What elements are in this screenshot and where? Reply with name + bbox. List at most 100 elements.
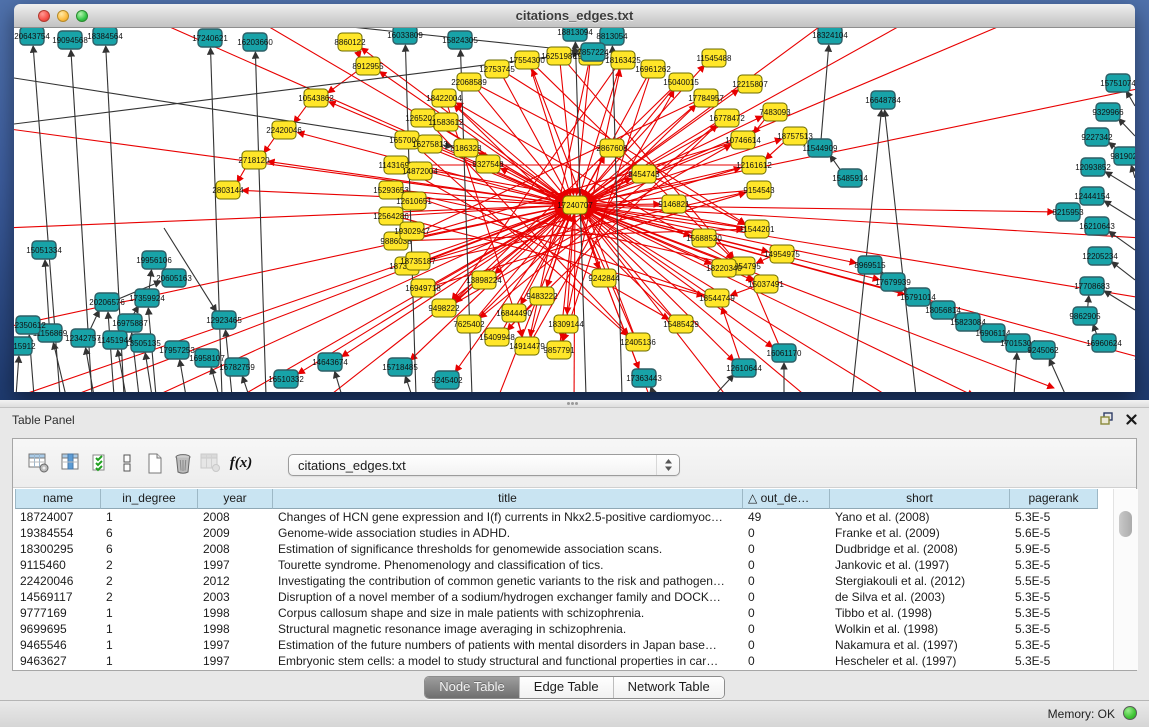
table-cell-pagerank[interactable]: 5.3E-5	[1010, 653, 1098, 669]
table-row[interactable]: 946362711997Embryonic stem cells: a mode…	[15, 653, 1136, 669]
table-cell-title[interactable]: Disruption of a novel member of a sodium…	[273, 589, 743, 605]
network-node[interactable]: 18324104	[812, 28, 848, 44]
network-node[interactable]: 7625402	[453, 315, 485, 333]
network-node[interactable]: 16061170	[767, 344, 803, 362]
tab-network-table[interactable]: Network Table	[613, 677, 724, 698]
network-node[interactable]: 18384564	[87, 28, 123, 45]
table-cell-in_degree[interactable]: 1	[101, 509, 198, 525]
table-cell-pagerank[interactable]: 5.9E-5	[1010, 541, 1098, 557]
table-cell-name[interactable]: 14569117	[15, 589, 101, 605]
network-node[interactable]: 18813094	[557, 28, 593, 41]
table-row[interactable]: 911546021997Tourette syndrome. Phenomeno…	[15, 557, 1136, 573]
table-cell-in_degree[interactable]: 2	[101, 557, 198, 573]
new-table-button[interactable]	[143, 451, 167, 475]
network-node[interactable]: 15751074	[1100, 74, 1135, 92]
network-node[interactable]: 17240621	[192, 29, 228, 47]
table-cell-short[interactable]: Franke et al. (2009)	[830, 525, 1010, 541]
column-header-out_de[interactable]: △ out_de…	[743, 489, 830, 509]
network-node[interactable]: 2718120	[238, 151, 270, 169]
table-cell-out_de[interactable]: 0	[743, 525, 830, 541]
tab-node-table[interactable]: Node Table	[425, 677, 519, 698]
network-node[interactable]: 8912955	[352, 57, 384, 75]
network-node[interactable]: 8969515	[854, 256, 886, 274]
table-cell-title[interactable]: Genome-wide association studies in ADHD.	[273, 525, 743, 541]
network-node[interactable]: 10746614	[725, 131, 761, 149]
table-cell-out_de[interactable]: 0	[743, 621, 830, 637]
network-node[interactable]: 15051334	[26, 241, 62, 259]
network-node[interactable]: 15485429	[663, 315, 699, 333]
table-cell-short[interactable]: Dudbridge et al. (2008)	[830, 541, 1010, 557]
network-node[interactable]: 12093852	[1075, 158, 1111, 176]
close-panel-icon[interactable]	[1126, 412, 1137, 430]
column-header-title[interactable]: title	[273, 489, 743, 509]
table-cell-year[interactable]: 2003	[198, 589, 273, 605]
network-node[interactable]: 11544201	[740, 220, 776, 238]
network-node[interactable]: 17363443	[626, 369, 662, 387]
table-cell-short[interactable]: Tibbo et al. (1998)	[830, 605, 1010, 621]
network-node[interactable]: 16782759	[219, 358, 255, 376]
column-header-in_degree[interactable]: in_degree	[101, 489, 198, 509]
table-cell-year[interactable]: 2009	[198, 525, 273, 541]
table-cell-title[interactable]: Estimation of the future numbers of pati…	[273, 637, 743, 653]
table-cell-year[interactable]: 2008	[198, 509, 273, 525]
network-node[interactable]: 20643754	[14, 28, 50, 45]
network-node[interactable]: 8860122	[334, 33, 366, 51]
table-row[interactable]: 1830029562008Estimation of significance …	[15, 541, 1136, 557]
panel-splitter[interactable]	[0, 400, 1149, 407]
table-cell-pagerank[interactable]: 5.3E-5	[1010, 621, 1098, 637]
network-node[interactable]: 9154543	[743, 181, 775, 199]
table-cell-name[interactable]: 9115460	[15, 557, 101, 573]
table-cell-short[interactable]: Nakamura et al. (1997)	[830, 637, 1010, 653]
network-node[interactable]: 15040015	[663, 73, 699, 91]
table-cell-short[interactable]: Stergiakouli et al. (2012)	[830, 573, 1010, 589]
table-cell-out_de[interactable]: 0	[743, 541, 830, 557]
network-node[interactable]: 16203660	[237, 33, 273, 51]
table-cell-short[interactable]: Jankovic et al. (1997)	[830, 557, 1010, 573]
column-header-name[interactable]: name	[15, 489, 101, 509]
table-cell-pagerank[interactable]: 5.3E-5	[1010, 589, 1098, 605]
column-header-year[interactable]: year	[198, 489, 273, 509]
network-node[interactable]: 15824305	[442, 31, 478, 49]
network-node[interactable]: 16975887	[112, 314, 148, 332]
network-node[interactable]: 18309144	[548, 315, 584, 333]
network-node[interactable]: 9227342	[1081, 128, 1113, 146]
memory-status-icon[interactable]	[1123, 706, 1137, 720]
network-node[interactable]: 9862905	[1069, 307, 1101, 325]
function-builder-button[interactable]: f(x)	[229, 451, 253, 475]
network-node[interactable]: 8454743	[628, 165, 660, 183]
table-cell-year[interactable]: 1997	[198, 653, 273, 669]
network-node[interactable]: 7857224	[577, 43, 609, 61]
table-cell-year[interactable]: 1997	[198, 557, 273, 573]
table-cell-in_degree[interactable]: 2	[101, 573, 198, 589]
network-node[interactable]: 2803144	[212, 181, 244, 199]
table-cell-in_degree[interactable]: 2	[101, 589, 198, 605]
network-node[interactable]: 9245062	[1027, 341, 1059, 359]
table-cell-name[interactable]: 22420046	[15, 573, 101, 589]
network-canvas[interactable]: 1724070798577911491447915409948762540294…	[14, 28, 1135, 392]
table-cell-title[interactable]: Changes of HCN gene expression and I(f) …	[273, 509, 743, 525]
table-cell-pagerank[interactable]: 5.3E-5	[1010, 557, 1098, 573]
table-cell-out_de[interactable]: 0	[743, 653, 830, 669]
table-cell-year[interactable]: 2012	[198, 573, 273, 589]
network-node[interactable]: 12610644	[726, 359, 762, 377]
table-cell-title[interactable]: Tourette syndrome. Phenomenology and cla…	[273, 557, 743, 573]
table-cell-title[interactable]: Structural magnetic resonance image aver…	[273, 621, 743, 637]
table-cell-out_de[interactable]: 49	[743, 509, 830, 525]
network-node[interactable]: 22068589	[451, 73, 487, 91]
table-row[interactable]: 969969511998Structural magnetic resonanc…	[15, 621, 1136, 637]
table-cell-short[interactable]: Yano et al. (2008)	[830, 509, 1010, 525]
column-header-short[interactable]: short	[830, 489, 1010, 509]
network-node[interactable]: 11544909	[803, 139, 839, 157]
tab-edge-table[interactable]: Edge Table	[519, 677, 613, 698]
table-cell-pagerank[interactable]: 5.3E-5	[1010, 509, 1098, 525]
table-cell-year[interactable]: 1998	[198, 605, 273, 621]
table-cell-title[interactable]: Embryonic stem cells: a model to study s…	[273, 653, 743, 669]
network-node[interactable]: 20605163	[156, 269, 192, 287]
table-cell-name[interactable]: 18724007	[15, 509, 101, 525]
network-node[interactable]: 15718485	[382, 358, 418, 376]
network-node[interactable]: 8215953	[1052, 203, 1084, 221]
table-cell-name[interactable]: 9463627	[15, 653, 101, 669]
table-cell-short[interactable]: de Silva et al. (2003)	[830, 589, 1010, 605]
network-node[interactable]: 15688520	[686, 229, 722, 247]
select-columns-button[interactable]	[89, 451, 113, 475]
